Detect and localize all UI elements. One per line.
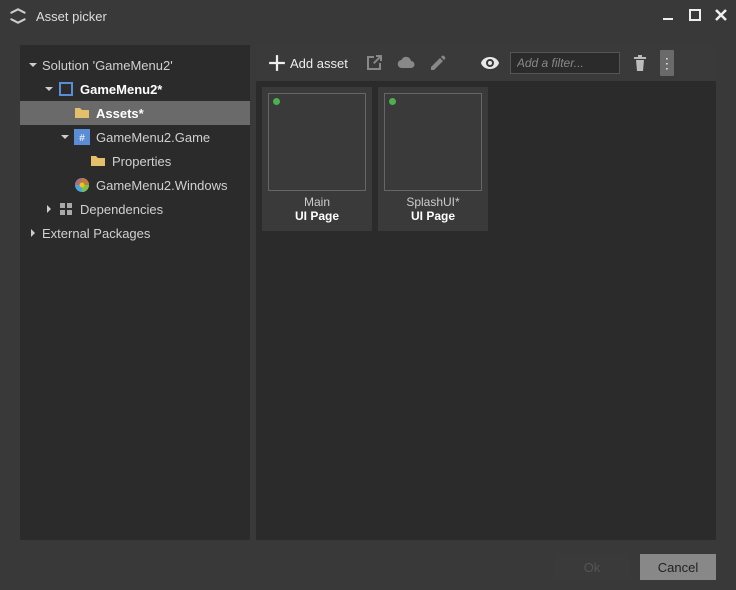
tree-label: GameMenu2.Game <box>96 130 210 145</box>
asset-card[interactable]: SplashUI* UI Page <box>378 87 488 231</box>
tree-game[interactable]: # GameMenu2.Game <box>20 125 250 149</box>
chevron-right-icon <box>26 226 40 240</box>
tree-label: Dependencies <box>80 202 163 217</box>
status-dot-icon <box>273 98 280 105</box>
chevron-down-icon <box>58 130 72 144</box>
add-asset-label: Add asset <box>290 56 348 71</box>
app-icon <box>8 6 28 26</box>
assets-toolbar: Add asset ⋮ <box>256 45 716 81</box>
asset-type: UI Page <box>295 209 339 223</box>
asset-thumbnail <box>268 93 366 191</box>
chevron-right-icon <box>42 202 56 216</box>
chevron-down-icon <box>26 58 40 72</box>
solution-tree: Solution 'GameMenu2' GameMenu2* Assets* … <box>20 45 250 540</box>
close-button[interactable] <box>714 8 728 25</box>
ok-button[interactable]: Ok <box>554 554 630 580</box>
trash-icon[interactable] <box>628 51 652 75</box>
tree-assets[interactable]: Assets* <box>20 101 250 125</box>
maximize-button[interactable] <box>688 8 702 25</box>
status-dot-icon <box>389 98 396 105</box>
tree-label: GameMenu2.Windows <box>96 178 228 193</box>
tree-dependencies[interactable]: Dependencies <box>20 197 250 221</box>
tree-label: Solution 'GameMenu2' <box>42 58 173 73</box>
asset-type: UI Page <box>411 209 455 223</box>
tree-label: Properties <box>112 154 171 169</box>
asset-name: SplashUI* <box>406 195 459 209</box>
minimize-button[interactable] <box>662 8 676 25</box>
cloud-icon[interactable] <box>394 51 418 75</box>
tree-label: External Packages <box>42 226 150 241</box>
asset-thumbnail <box>384 93 482 191</box>
tree-project[interactable]: GameMenu2* <box>20 77 250 101</box>
assets-panel: Add asset ⋮ Main UI Page SplashUI* UI Pa… <box>256 45 716 540</box>
folder-icon <box>74 105 90 121</box>
cancel-button[interactable]: Cancel <box>640 554 716 580</box>
project-icon <box>58 81 74 97</box>
tree-label: Assets* <box>96 106 144 121</box>
csharp-icon: # <box>74 129 90 145</box>
windows-icon <box>74 177 90 193</box>
titlebar: Asset picker <box>0 0 736 32</box>
chevron-down-icon <box>42 82 56 96</box>
asset-name: Main <box>304 195 330 209</box>
dependencies-icon <box>58 201 74 217</box>
visibility-icon[interactable] <box>478 51 502 75</box>
folder-icon <box>90 153 106 169</box>
svg-text:#: # <box>79 133 85 144</box>
tree-properties[interactable]: Properties <box>20 149 250 173</box>
window-title: Asset picker <box>36 9 662 24</box>
dialog-footer: Ok Cancel <box>554 554 716 580</box>
tree-external[interactable]: External Packages <box>20 221 250 245</box>
edit-icon[interactable] <box>426 51 450 75</box>
import-icon[interactable] <box>362 51 386 75</box>
tree-windows[interactable]: GameMenu2.Windows <box>20 173 250 197</box>
add-asset-button[interactable]: Add asset <box>262 50 354 76</box>
tree-solution[interactable]: Solution 'GameMenu2' <box>20 53 250 77</box>
more-button[interactable]: ⋮ <box>660 50 674 76</box>
filter-input[interactable] <box>510 52 620 74</box>
tree-label: GameMenu2* <box>80 82 162 97</box>
assets-grid: Main UI Page SplashUI* UI Page <box>256 81 716 540</box>
asset-card[interactable]: Main UI Page <box>262 87 372 231</box>
